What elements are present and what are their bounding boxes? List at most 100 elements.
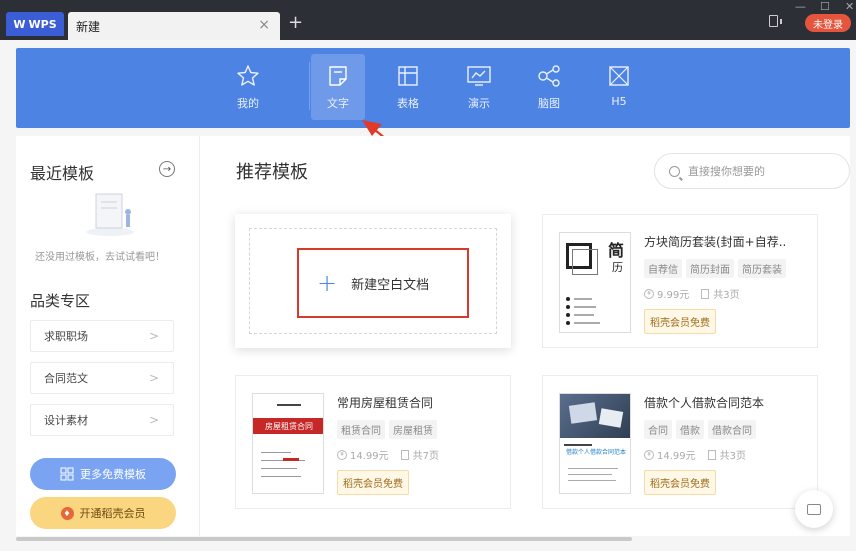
template-search-input[interactable]: 直接搜你想要的: [654, 153, 850, 189]
h5-icon: [606, 63, 632, 89]
tool-spreadsheet-label: 表格: [397, 97, 419, 110]
template-tag[interactable]: 借款: [676, 420, 704, 439]
red-highlight-box: + 新建空白文档: [297, 248, 469, 318]
template-price: 14.99元: [657, 451, 696, 462]
template-card-loan[interactable]: 借款个人借款合同范本 借款个人借款合同范本 合同 借款 借款合同 ¥ 14.99…: [542, 375, 818, 509]
add-tab-button[interactable]: +: [288, 12, 303, 34]
wps-logo-icon: W: [13, 17, 26, 31]
template-price: 9.99元: [657, 290, 690, 301]
template-tag[interactable]: 房屋租赁: [389, 420, 437, 439]
template-tag[interactable]: 租赁合同: [337, 420, 385, 439]
close-tab-icon[interactable]: ×: [258, 17, 270, 33]
template-card-lease[interactable]: 房屋租赁合同 常用房屋租赁合同 租赁合同 房屋租赁 ¥ 14.99元 共7页 稻…: [235, 375, 511, 509]
recommended-templates-title: 推荐模板: [236, 162, 308, 183]
sidebar: 最近模板 → 还没用过模板，去试试看吧！ 品类专区 求职职场 > 合同范文 > …: [16, 136, 200, 536]
grid-icon: [60, 467, 74, 481]
tool-writer[interactable]: 文字: [311, 54, 365, 120]
chat-button[interactable]: [795, 490, 833, 528]
template-thumbnail: 简 历: [559, 232, 631, 333]
category-title: 品类专区: [30, 292, 91, 310]
new-blank-document-card[interactable]: + 新建空白文档: [235, 214, 511, 348]
template-pages: 共7页: [412, 451, 440, 462]
minimize-icon[interactable]: —: [795, 0, 806, 13]
more-free-templates-label: 更多免费模板: [80, 468, 146, 481]
template-pages: 共3页: [719, 451, 747, 462]
vip-free-badge[interactable]: 稻壳会员免费: [337, 470, 409, 495]
chevron-right-icon: >: [148, 371, 159, 385]
page-icon: [707, 449, 716, 460]
empty-recent-text: 还没用过模板，去试试看吧！: [35, 252, 165, 263]
template-card-resume[interactable]: 简 历 方块简历套装(封面+自荐.. 自荐信 简历封面 简历套装 ¥ 9.99元…: [542, 214, 818, 348]
chat-icon: [807, 503, 821, 515]
horizontal-scrollbar[interactable]: [16, 537, 632, 541]
title-bar: W WPS 新建 × + — ☐ ✕ 未登录: [0, 0, 856, 40]
thumb-title: 借款个人借款合同范本: [565, 449, 626, 456]
template-info: 常用房屋租赁合同 租赁合同 房屋租赁 ¥ 14.99元 共7页 稻壳会员免费: [337, 394, 507, 495]
template-tag[interactable]: 合同: [644, 420, 672, 439]
template-tags: 租赁合同 房屋租赁: [337, 420, 507, 439]
page-icon: [701, 288, 710, 299]
tab-new-label: 新建: [76, 19, 101, 34]
tab-wps[interactable]: W WPS: [6, 12, 64, 36]
template-thumbnail: 房屋租赁合同: [252, 393, 324, 494]
coin-icon: ¥: [644, 288, 654, 299]
empty-illustration-icon: [86, 193, 134, 236]
search-placeholder: 直接搜你想要的: [688, 165, 765, 178]
category-item-label: 求职职场: [44, 330, 88, 343]
tab-new[interactable]: 新建 ×: [68, 12, 280, 40]
open-vip-button[interactable]: ♦ 开通稻壳会员: [30, 497, 176, 529]
category-item-job[interactable]: 求职职场 >: [30, 320, 174, 352]
template-tag[interactable]: 简历封面: [686, 259, 734, 278]
new-blank-document-label: 新建空白文档: [351, 277, 430, 293]
tab-wps-label: WPS: [28, 17, 57, 31]
template-meta: ¥ 14.99元 共7页: [337, 447, 507, 462]
category-item-label: 设计素材: [44, 414, 88, 427]
template-price: 14.99元: [350, 451, 389, 462]
page-icon: [400, 449, 409, 460]
template-tag[interactable]: 借款合同: [708, 420, 756, 439]
tool-writer-label: 文字: [327, 97, 349, 110]
coin-icon: ¥: [644, 449, 654, 460]
tool-spreadsheet[interactable]: 表格: [381, 54, 435, 120]
template-tags: 自荐信 简历封面 简历套装: [644, 259, 814, 278]
tool-presentation-label: 演示: [468, 97, 490, 110]
template-tags: 合同 借款 借款合同: [644, 420, 814, 439]
tool-h5[interactable]: H5: [592, 54, 646, 120]
category-item-design[interactable]: 设计素材 >: [30, 404, 174, 436]
template-tag[interactable]: 简历套装: [738, 259, 786, 278]
template-thumbnail: 借款个人借款合同范本: [559, 393, 631, 494]
thumb-subtitle: 历: [612, 261, 623, 274]
category-item-contract[interactable]: 合同范文 >: [30, 362, 174, 394]
maximize-icon[interactable]: ☐: [820, 0, 830, 13]
more-free-templates-button[interactable]: 更多免费模板: [30, 458, 176, 490]
chevron-right-icon: >: [148, 329, 159, 343]
vip-free-badge[interactable]: 稻壳会员免费: [644, 309, 716, 334]
toolbar-divider: [309, 62, 310, 110]
plus-icon: +: [317, 269, 338, 297]
close-window-icon[interactable]: ✕: [845, 0, 854, 13]
vip-free-badge[interactable]: 稻壳会员免费: [644, 470, 716, 495]
template-info: 方块简历套装(封面+自荐.. 自荐信 简历封面 简历套装 ¥ 9.99元 共3页…: [644, 233, 814, 334]
template-info: 借款个人借款合同范本 合同 借款 借款合同 ¥ 14.99元 共3页 稻壳会员免…: [644, 394, 814, 495]
category-item-label: 合同范文: [44, 372, 88, 385]
tool-mindmap-label: 脑图: [538, 97, 560, 110]
device-icon[interactable]: [769, 15, 782, 27]
arrow-right-icon[interactable]: →: [159, 161, 175, 177]
thumb-title: 简: [608, 241, 625, 260]
mindmap-icon: [536, 63, 562, 89]
recent-templates-title: 最近模板: [30, 164, 95, 183]
template-name: 常用房屋租赁合同: [337, 396, 434, 410]
main-panel: 最近模板 → 还没用过模板，去试试看吧！ 品类专区 求职职场 > 合同范文 > …: [16, 136, 850, 536]
coin-icon: ¥: [337, 449, 347, 460]
open-vip-label: 开通稻壳会员: [79, 507, 146, 520]
document-icon: [325, 63, 351, 89]
tool-mindmap[interactable]: 脑图: [522, 54, 576, 120]
login-button[interactable]: 未登录: [805, 14, 851, 32]
tool-presentation[interactable]: 演示: [452, 54, 506, 120]
template-pages: 共3页: [713, 290, 740, 301]
tool-mine[interactable]: 我的: [221, 54, 275, 120]
template-meta: ¥ 9.99元 共3页: [644, 286, 814, 301]
table-icon: [395, 63, 421, 89]
template-tag[interactable]: 自荐信: [644, 259, 682, 278]
tool-mine-label: 我的: [237, 97, 259, 110]
